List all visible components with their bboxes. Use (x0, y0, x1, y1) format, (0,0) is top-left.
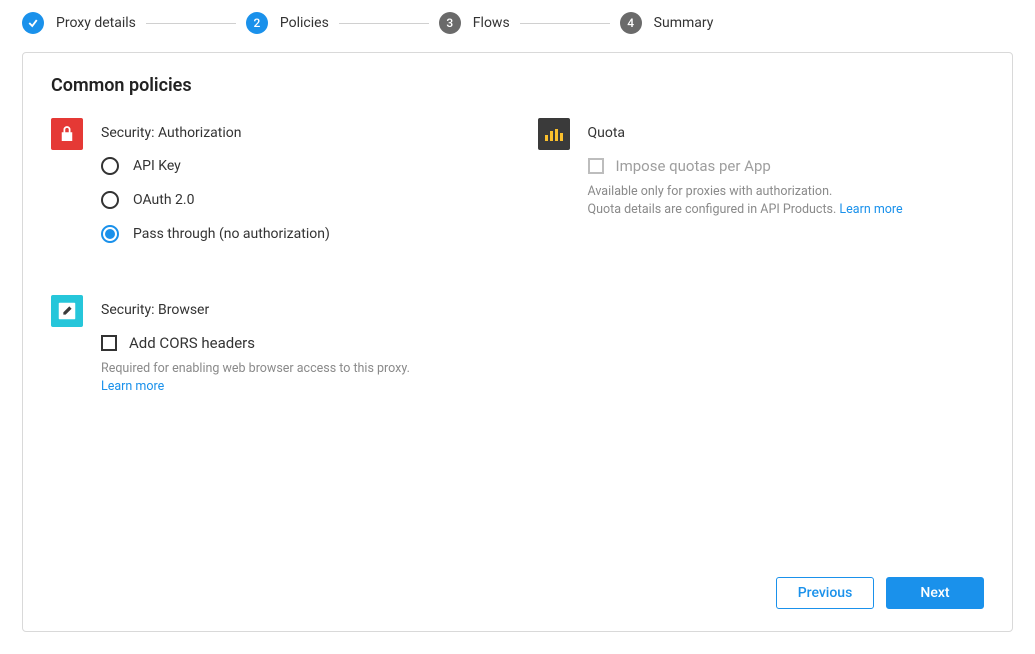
step-label: Summary (654, 15, 714, 31)
lock-icon (51, 118, 83, 150)
block-security-authorization: Security: Authorization API Key OAuth 2.… (51, 118, 498, 259)
radio-label: API Key (133, 158, 181, 174)
step-label: Proxy details (56, 15, 136, 31)
checkbox-impose-quotas: Impose quotas per App (588, 157, 985, 175)
radio-label: OAuth 2.0 (133, 192, 194, 208)
step-number: 3 (439, 12, 461, 34)
section-heading: Quota (588, 125, 985, 141)
page-title: Common policies (51, 75, 984, 96)
step-flows[interactable]: 3 Flows (439, 12, 510, 34)
learn-more-link[interactable]: Learn more (101, 379, 164, 394)
step-proxy-details[interactable]: Proxy details (22, 12, 136, 34)
learn-more-link[interactable]: Learn more (839, 202, 902, 217)
checkbox-label: Impose quotas per App (616, 157, 771, 175)
panel-common-policies: Common policies Security: Authorization … (22, 52, 1013, 632)
step-number: 2 (246, 12, 268, 34)
next-button[interactable]: Next (886, 577, 984, 609)
bars-icon (538, 118, 570, 150)
step-divider (520, 23, 610, 24)
check-icon (22, 12, 44, 34)
helper-text: Required for enabling web browser access… (101, 360, 498, 395)
radio-label: Pass through (no authorization) (133, 226, 330, 242)
step-number: 4 (620, 12, 642, 34)
previous-button[interactable]: Previous (776, 577, 874, 609)
checkbox-icon (101, 335, 117, 351)
checkbox-add-cors[interactable]: Add CORS headers (101, 334, 498, 352)
step-summary[interactable]: 4 Summary (620, 12, 714, 34)
step-label: Flows (473, 15, 510, 31)
checkbox-label: Add CORS headers (129, 334, 255, 352)
step-label: Policies (280, 15, 329, 31)
section-heading: Security: Browser (101, 302, 498, 318)
block-quota: Quota Impose quotas per App Available on… (538, 118, 985, 218)
helper-line: Required for enabling web browser access… (101, 361, 410, 376)
helper-line: Quota details are configured in API Prod… (588, 202, 837, 217)
radio-oauth[interactable]: OAuth 2.0 (101, 191, 498, 209)
step-divider (146, 23, 236, 24)
checkbox-icon (588, 158, 604, 174)
stepper: Proxy details 2 Policies 3 Flows 4 Summa… (22, 12, 1013, 34)
block-security-browser: Security: Browser Add CORS headers Requi… (51, 295, 498, 395)
radio-api-key[interactable]: API Key (101, 157, 498, 175)
step-divider (339, 23, 429, 24)
radio-icon (101, 191, 119, 209)
helper-line: Available only for proxies with authoriz… (588, 184, 833, 199)
radio-icon (101, 225, 119, 243)
radio-icon (101, 157, 119, 175)
step-policies[interactable]: 2 Policies (246, 12, 329, 34)
footer: Previous Next (51, 577, 984, 609)
section-heading: Security: Authorization (101, 125, 498, 141)
radio-pass-through[interactable]: Pass through (no authorization) (101, 225, 498, 243)
helper-text: Available only for proxies with authoriz… (588, 183, 985, 218)
pencil-icon (51, 295, 83, 327)
